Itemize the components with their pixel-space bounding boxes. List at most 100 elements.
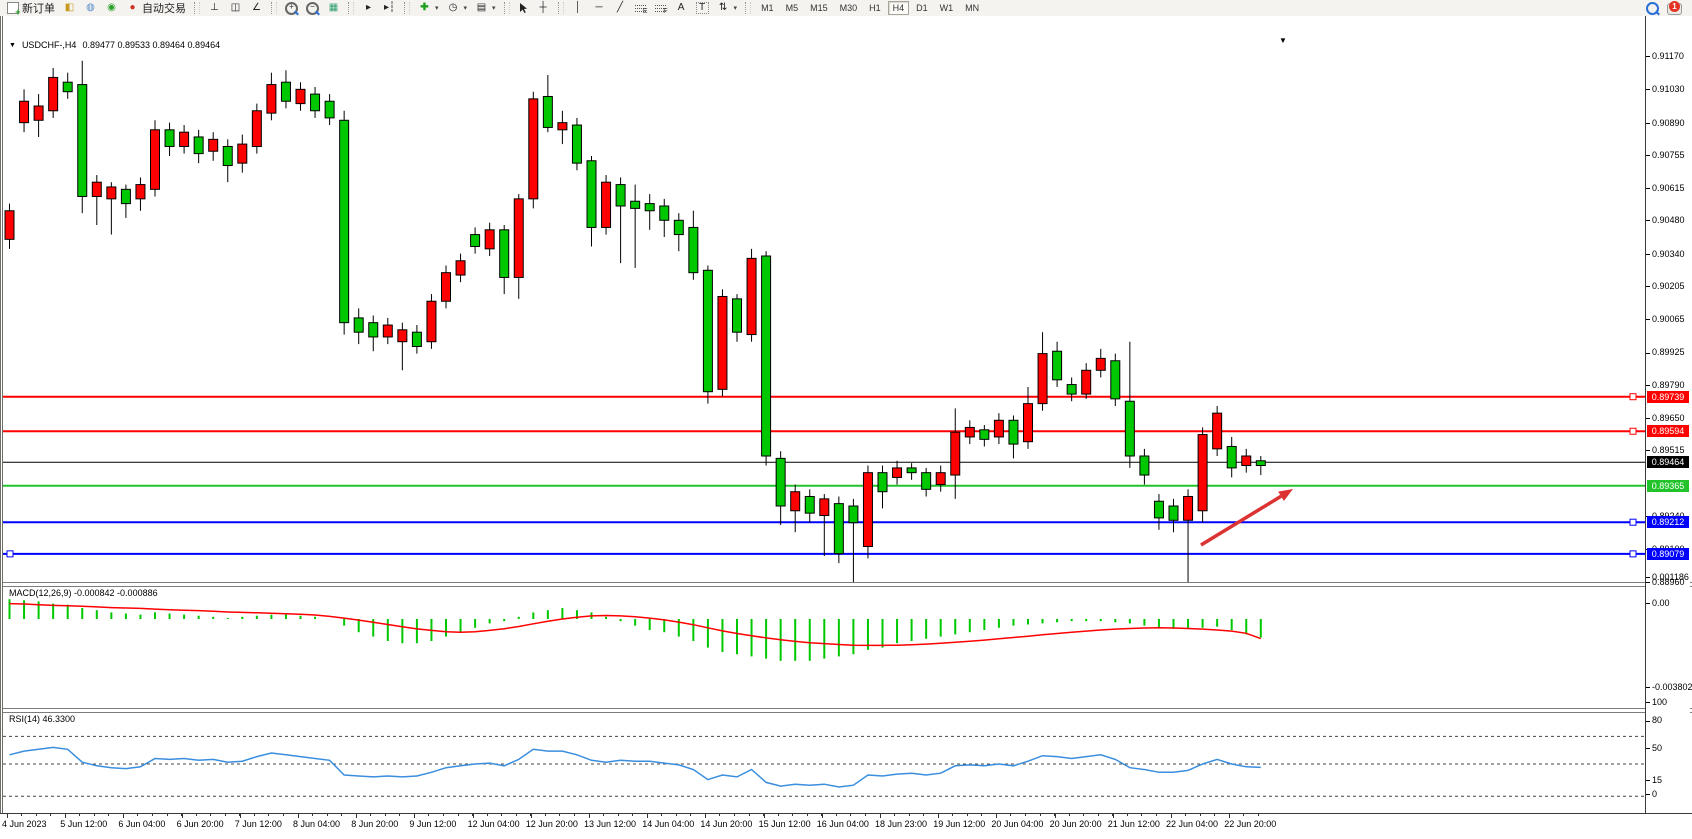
market-watch-button[interactable]: ◍ bbox=[80, 0, 101, 16]
line-handle[interactable] bbox=[1630, 394, 1636, 400]
new-order-button[interactable]: + 新订单 bbox=[2, 0, 59, 16]
time-major-tick bbox=[298, 814, 299, 818]
candlestick-button[interactable]: ◫ bbox=[225, 0, 246, 16]
candle bbox=[471, 235, 480, 247]
chart-menu-arrow-icon[interactable]: ▼ bbox=[1279, 36, 1287, 45]
line-handle[interactable] bbox=[1630, 551, 1636, 557]
templates-button[interactable]: ▤▾ bbox=[471, 0, 500, 16]
candle bbox=[398, 330, 407, 342]
chart-template-icon: ▤ bbox=[475, 2, 488, 14]
candle bbox=[572, 125, 581, 163]
horizontal-line-button[interactable]: ─ bbox=[589, 0, 610, 16]
time-minor-tick bbox=[1069, 814, 1070, 816]
time-label: 7 Jun 12:00 bbox=[235, 819, 282, 829]
time-major-tick bbox=[938, 814, 939, 818]
text-button[interactable]: A bbox=[671, 0, 692, 16]
candle bbox=[1198, 435, 1207, 511]
cursor-button[interactable] bbox=[514, 0, 533, 16]
trendline-button[interactable]: ╱ bbox=[610, 0, 631, 16]
line-chart-button[interactable]: ∠ bbox=[246, 0, 267, 16]
time-label: 22 Jun 04:00 bbox=[1166, 819, 1218, 829]
symbol-dropdown-icon[interactable]: ▼ bbox=[9, 42, 16, 49]
trend-arrow-annotation[interactable] bbox=[1201, 496, 1281, 545]
rsi-axis-tick: 15 bbox=[1646, 775, 1662, 785]
text-icon: A bbox=[675, 2, 688, 14]
price-tick: 0.90755 bbox=[1646, 150, 1685, 160]
time-minor-tick bbox=[661, 814, 662, 816]
timeframe-button-w1[interactable]: W1 bbox=[935, 1, 959, 15]
time-major-tick bbox=[764, 814, 765, 818]
time-minor-tick bbox=[443, 814, 444, 816]
line-handle[interactable] bbox=[7, 551, 13, 557]
crosshair-button[interactable]: ┼ bbox=[533, 0, 554, 16]
macd-axis-tick: 0.00 bbox=[1646, 598, 1670, 608]
candle bbox=[63, 82, 72, 92]
time-minor-tick bbox=[632, 814, 633, 816]
equidistant-channel-button[interactable]: E bbox=[631, 0, 651, 16]
tile-windows-button[interactable]: ▦ bbox=[323, 0, 344, 16]
periods-button[interactable]: ◷▾ bbox=[443, 0, 472, 16]
line-handle[interactable] bbox=[1630, 428, 1636, 434]
timeframe-button-m30[interactable]: M30 bbox=[835, 1, 863, 15]
tick-dash bbox=[1646, 687, 1650, 688]
macd-pane[interactable] bbox=[3, 586, 1648, 707]
text-label-button[interactable]: T bbox=[692, 0, 713, 16]
toolbar-grip bbox=[504, 2, 510, 14]
candle bbox=[1067, 385, 1076, 395]
timeframe-button-h4[interactable]: H4 bbox=[888, 1, 910, 15]
candle bbox=[543, 96, 552, 127]
candle bbox=[1184, 496, 1193, 520]
rsi-pane[interactable] bbox=[3, 712, 1648, 813]
trend-arrow-head[interactable] bbox=[1278, 489, 1293, 501]
timeframe-button-h1[interactable]: H1 bbox=[864, 1, 886, 15]
channel-icon: E bbox=[635, 3, 647, 13]
auto-scroll-button[interactable]: ▸ bbox=[358, 0, 379, 16]
time-minor-tick bbox=[210, 814, 211, 816]
toolbar-grip bbox=[271, 2, 277, 14]
candle bbox=[1213, 413, 1222, 449]
line-chart-icon: ∠ bbox=[250, 2, 263, 14]
chart-shift-button[interactable]: ▸┆ bbox=[379, 0, 400, 16]
time-major-tick bbox=[123, 814, 124, 818]
price-axis[interactable]: 0.911700.910300.908900.907550.906150.904… bbox=[1645, 16, 1690, 813]
timeframe-button-d1[interactable]: D1 bbox=[911, 1, 933, 15]
time-minor-tick bbox=[603, 814, 604, 816]
timeframe-button-m5[interactable]: M5 bbox=[781, 1, 804, 15]
auto-trading-button[interactable]: ● 自动交易 bbox=[122, 0, 190, 16]
candle bbox=[863, 473, 872, 547]
tick-dash bbox=[1646, 56, 1650, 57]
time-label: 15 Jun 12:00 bbox=[759, 819, 811, 829]
timeframe-button-mn[interactable]: MN bbox=[960, 1, 984, 15]
text-label-icon: T bbox=[696, 2, 709, 14]
arrows-button[interactable]: ⇅▾ bbox=[713, 0, 742, 16]
indicators-icon: ✚ bbox=[418, 2, 431, 14]
timeframe-button-m15[interactable]: M15 bbox=[805, 1, 833, 15]
time-minor-tick bbox=[327, 814, 328, 816]
chat-icon[interactable]: 1 bbox=[1667, 3, 1682, 15]
search-icon[interactable] bbox=[1646, 2, 1659, 15]
signal-icon: ◉ bbox=[105, 2, 118, 14]
tick-dash bbox=[1646, 794, 1650, 795]
candle bbox=[689, 227, 698, 272]
candle bbox=[936, 473, 945, 485]
time-axis[interactable]: 4 Jun 20235 Jun 12:006 Jun 04:006 Jun 20… bbox=[0, 813, 1692, 839]
price-pane[interactable] bbox=[3, 20, 1648, 585]
time-minor-tick bbox=[137, 814, 138, 816]
line-handle[interactable] bbox=[1630, 519, 1636, 525]
price-tick: 0.89515 bbox=[1646, 445, 1685, 455]
timeframe-button-m1[interactable]: M1 bbox=[756, 1, 779, 15]
bar-chart-button[interactable]: ⊥ bbox=[204, 0, 225, 16]
zoom-out-button[interactable]: − bbox=[302, 0, 323, 16]
indicators-button[interactable]: ✚▾ bbox=[414, 0, 443, 16]
candle bbox=[558, 123, 567, 130]
candle bbox=[369, 323, 378, 337]
candle bbox=[281, 82, 290, 101]
styler-button[interactable]: ◧ bbox=[59, 0, 80, 16]
zoom-in-button[interactable]: + bbox=[281, 0, 302, 16]
time-minor-tick bbox=[618, 814, 619, 816]
signals-button[interactable]: ◉ bbox=[101, 0, 122, 16]
vertical-line-button[interactable]: │ bbox=[568, 0, 589, 16]
time-minor-tick bbox=[50, 814, 51, 816]
fibonacci-button[interactable]: F bbox=[651, 0, 671, 16]
time-label: 14 Jun 20:00 bbox=[700, 819, 752, 829]
